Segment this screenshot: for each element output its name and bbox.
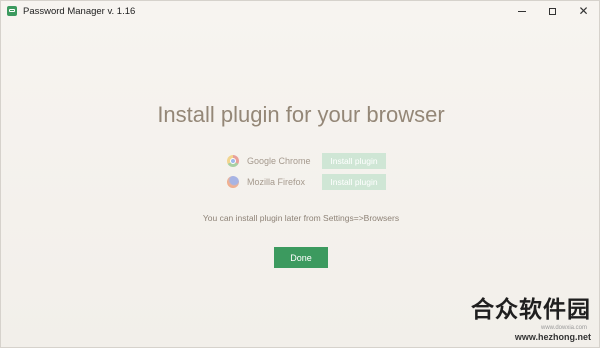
watermark-url: www.hezhong.net	[514, 332, 591, 342]
watermark-url-small: www.dowxia.com	[540, 325, 587, 331]
firefox-icon	[227, 176, 239, 188]
window-controls: ✕	[506, 1, 599, 21]
browser-row-firefox: Mozilla Firefox Install plugin	[227, 174, 386, 190]
app-logo-icon	[7, 6, 17, 16]
watermark: 合众软件园 www.dowxia.com www.hezhong.net	[471, 298, 591, 343]
title-bar: Password Manager v. 1.16 ✕	[1, 1, 599, 21]
install-plugin-firefox-button[interactable]: Install plugin	[322, 174, 386, 190]
minimize-button[interactable]	[506, 1, 537, 21]
close-button[interactable]: ✕	[568, 1, 599, 21]
done-button[interactable]: Done	[274, 247, 328, 268]
page-heading: Install plugin for your browser	[157, 102, 445, 127]
maximize-button[interactable]	[537, 1, 568, 21]
app-window: Password Manager v. 1.16 ✕ Install plugi…	[0, 0, 600, 348]
window-title: Password Manager v. 1.16	[23, 5, 136, 17]
browser-row-chrome: Google Chrome Install plugin	[227, 153, 386, 169]
browser-name-chrome: Google Chrome	[247, 156, 311, 166]
browser-name-firefox: Mozilla Firefox	[247, 177, 306, 187]
install-plugin-chrome-button[interactable]: Install plugin	[322, 153, 386, 169]
close-icon: ✕	[578, 4, 589, 18]
maximize-icon	[549, 7, 556, 15]
watermark-brand: 合众软件园	[471, 297, 591, 323]
minimize-icon	[517, 10, 526, 12]
chrome-icon	[227, 155, 239, 167]
settings-note: You can install plugin later from Settin…	[202, 213, 400, 223]
